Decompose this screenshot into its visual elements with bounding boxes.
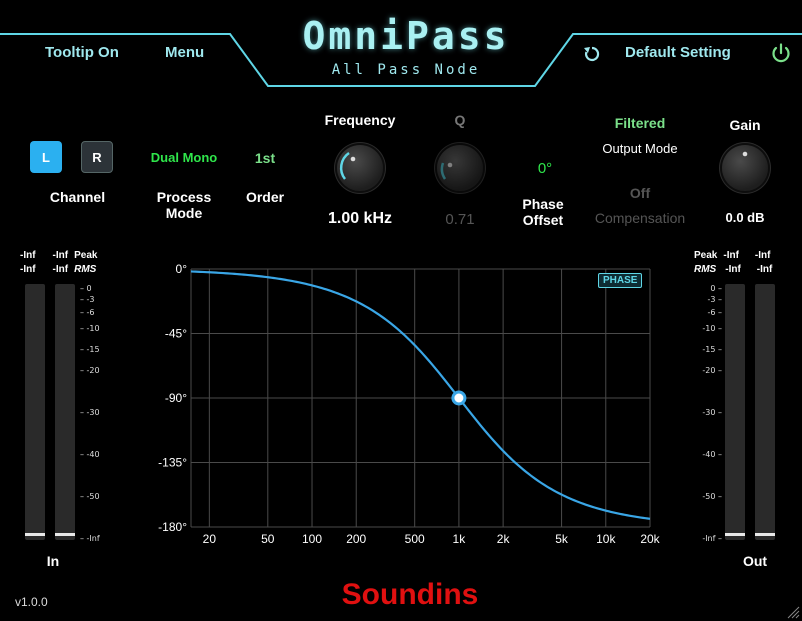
reset-icon[interactable] [583, 45, 601, 63]
meter-scale-tick: -30 – [702, 408, 722, 417]
in-rms-label: RMS [74, 264, 97, 275]
order-value[interactable]: 1st [245, 150, 285, 166]
in-meter-readouts: -Inf -Inf Peak -Inf -Inf RMS [20, 249, 97, 277]
channel-right-button[interactable]: R [81, 141, 113, 173]
graph-y-tick-label: 0° [176, 262, 188, 276]
output-mode-value[interactable]: Filtered [600, 115, 680, 131]
out-meter-scale: 0 – -3 – -6 – -10 – -15 – -20 – -30 – -40 – -50 … [694, 280, 724, 543]
q-label: Q [454, 112, 466, 128]
phase-offset-label: Phase Offset [510, 196, 576, 228]
app-subtitle: All Pass Node [331, 62, 481, 78]
graph-x-tick-label: 50 [261, 532, 275, 546]
meter-scale-tick: -15 – [702, 345, 722, 354]
meter-scale-tick: -40 – [702, 450, 722, 459]
meter-scale-tick: -6 – [707, 308, 722, 317]
gain-knob[interactable] [722, 145, 768, 191]
gain-value[interactable]: 0.0 dB [715, 210, 775, 225]
phase-curve [190, 270, 651, 520]
in-meter-left [25, 284, 45, 540]
version-label: v1.0.0 [15, 595, 48, 609]
order-label: Order [245, 189, 285, 205]
out-meter-left [725, 284, 745, 540]
graph-y-tick-label: -90° [165, 391, 187, 405]
output-mode-label: Output Mode [602, 141, 678, 156]
meter-scale-tick: – 0 [80, 284, 92, 293]
meter-scale-tick: 0 – [710, 284, 722, 293]
compensation-value[interactable]: Off [610, 185, 670, 201]
phase-graph[interactable]: 0° -45° -90° -135° -180° 20 50 100 200 500 1k 2k 5k… [150, 255, 660, 555]
tooltip-toggle[interactable]: Tooltip On [45, 44, 119, 61]
graph-x-tick-label: 500 [405, 532, 425, 546]
out-meter-label: Out [742, 553, 768, 569]
preset-selector[interactable]: Default Setting [625, 44, 731, 61]
out-meter-readouts: Peak -Inf -Inf RMS -Inf -Inf [694, 249, 772, 277]
meter-scale-tick: – -50 [80, 492, 100, 501]
process-mode-value[interactable]: Dual Mono [150, 150, 218, 165]
meter-scale-tick: – -40 [80, 450, 100, 459]
meter-scale-tick: -10 – [702, 324, 722, 333]
graph-y-tick-label: -45° [165, 327, 187, 341]
in-meter-right [55, 284, 75, 540]
out-peak-left: -Inf [723, 250, 739, 261]
graph-x-tick-label: 1k [453, 532, 467, 546]
graph-y-tick-label: -180° [158, 520, 187, 534]
in-peak-label: Peak [74, 250, 98, 261]
app-title: OmniPass [302, 14, 510, 58]
compensation-label: Compensation [594, 210, 686, 226]
meter-scale-tick: – -15 [80, 345, 100, 354]
meter-scale-tick: – -20 [80, 366, 100, 375]
process-mode-label: Process Mode [156, 189, 212, 221]
meter-scale-tick: – -6 [80, 308, 95, 317]
menu-button[interactable]: Menu [165, 44, 204, 61]
resize-grip-icon[interactable] [786, 605, 800, 619]
out-rms-left: -Inf [725, 264, 741, 275]
out-meter-right [755, 284, 775, 540]
in-peak-right: -Inf [52, 250, 69, 261]
meter-scale-tick: -50 – [702, 492, 722, 501]
meter-scale-tick: – -30 [80, 408, 100, 417]
meter-scale-tick: – -3 [80, 295, 95, 304]
out-peak-right: -Inf [754, 250, 771, 261]
meter-scale-tick: -Inf – [702, 534, 722, 543]
frequency-value[interactable]: 1.00 kHz [315, 210, 405, 228]
phase-badge[interactable]: PHASE [598, 273, 643, 288]
q-knob[interactable] [437, 145, 483, 191]
meter-scale-tick: -3 – [707, 295, 722, 304]
graph-x-tick-label: 5k [555, 532, 569, 546]
phase-offset-value[interactable]: 0° [525, 160, 565, 177]
graph-x-tick-label: 20k [640, 532, 660, 546]
graph-x-tick-label: 200 [346, 532, 366, 546]
meter-scale-tick: – -10 [80, 324, 100, 333]
out-peak-label: Peak [694, 250, 718, 261]
frequency-handle[interactable] [451, 390, 467, 406]
graph-x-tick-label: 20 [203, 532, 217, 546]
out-rms-right: -Inf [756, 264, 773, 275]
graph-x-tick-label: 10k [596, 532, 616, 546]
graph-x-tick-label: 100 [302, 532, 322, 546]
meter-scale-tick: – -Inf [80, 534, 100, 543]
in-meter-label: In [46, 553, 60, 569]
phase-offset-label-line2: Offset [522, 212, 564, 228]
frequency-knob[interactable] [337, 145, 383, 191]
graph-x-tick-label: 2k [497, 532, 511, 546]
meter-scale-tick: -20 – [702, 366, 722, 375]
channel-label: Channel [49, 189, 106, 205]
brand-logo: Soundins [341, 578, 479, 611]
power-icon[interactable] [770, 42, 792, 64]
q-value[interactable]: 0.71 [430, 211, 490, 228]
in-rms-right: -Inf [52, 264, 69, 275]
out-rms-label: RMS [694, 264, 717, 275]
in-rms-left: -Inf [20, 264, 36, 275]
phase-offset-label-line1: Phase [522, 196, 564, 212]
in-peak-left: -Inf [20, 250, 36, 261]
gain-label: Gain [729, 117, 761, 133]
channel-left-button[interactable]: L [30, 141, 62, 173]
frequency-label: Frequency [324, 112, 396, 128]
in-meter-scale: – 0 – -3 – -6 – -10 – -15 – -20 – -30 – -40 – -5… [78, 280, 108, 543]
graph-y-tick-label: -135° [158, 456, 187, 470]
